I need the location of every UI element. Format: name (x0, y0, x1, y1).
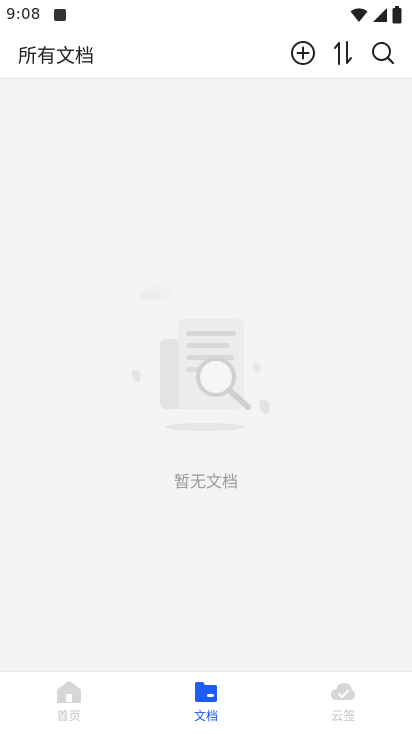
nav-item-documents[interactable]: 文档 (137, 672, 274, 734)
wifi-icon (350, 8, 368, 22)
sort-icon (334, 41, 352, 65)
status-indicators (350, 6, 402, 24)
header-bar: 所有文档 (0, 30, 412, 79)
nav-item-home[interactable]: 首页 (0, 672, 137, 734)
search-button[interactable] (370, 38, 396, 68)
nav-item-cloud-sign[interactable]: 云签 (275, 672, 412, 734)
cloud-sign-icon (331, 683, 356, 700)
nav-label-cloud-sign: 云签 (331, 709, 356, 723)
add-button[interactable] (290, 38, 316, 68)
battery-icon (392, 6, 402, 24)
nav-label-home: 首页 (56, 709, 81, 723)
add-icon (291, 41, 315, 65)
folder-icon (194, 682, 217, 702)
nav-label-documents: 文档 (193, 709, 218, 723)
signal-icon (373, 8, 387, 22)
search-icon (372, 42, 395, 65)
bottom-nav: 首页 文档 云签 (0, 671, 412, 734)
notification-app-icon (54, 9, 66, 21)
document-search-illustration (131, 286, 270, 431)
page-title: 所有文档 (18, 45, 95, 67)
app-root: 9:08 所有文档 暂无文档 首页 文档 云签 (0, 0, 412, 734)
status-bar: 9:08 (0, 0, 412, 30)
document-list-area: 暂无文档 (0, 79, 412, 671)
status-time: 9:08 (6, 5, 41, 23)
header-actions (290, 38, 396, 68)
empty-state-message: 暂无文档 (173, 472, 238, 491)
sort-button[interactable] (330, 38, 356, 68)
home-icon (56, 681, 81, 703)
